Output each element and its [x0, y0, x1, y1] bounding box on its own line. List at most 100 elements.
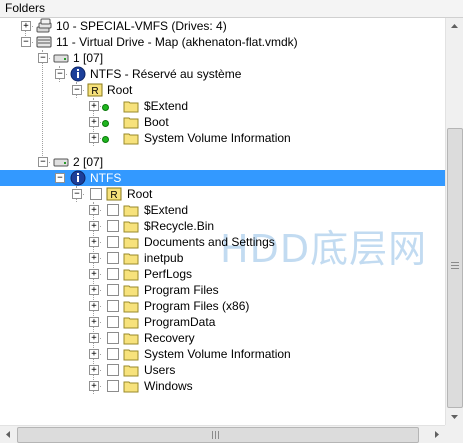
tree-node-virtual-drive[interactable]: − 11 - Virtual Drive - Map (akhenaton-fl…	[0, 34, 445, 50]
expand-icon[interactable]: +	[89, 133, 99, 143]
node-checkbox[interactable]	[107, 252, 119, 264]
ntfs-volume-icon	[70, 66, 86, 82]
root-folder-icon: R	[106, 187, 122, 201]
tree-node-label: ProgramData	[144, 315, 216, 329]
folder-icon	[123, 317, 139, 329]
folder-icon	[123, 269, 139, 281]
tree-node-label: Documents and Settings	[144, 235, 275, 249]
collapse-icon[interactable]: −	[38, 157, 48, 167]
folders-title: Folders	[5, 1, 46, 15]
scroll-left-button[interactable]	[0, 426, 17, 443]
tree-node-root-1[interactable]: − R Root	[0, 82, 445, 98]
vertical-scrollbar[interactable]	[445, 18, 463, 425]
svg-text:R: R	[91, 86, 98, 97]
tree-node-partition-2[interactable]: − 2 [07]	[0, 154, 445, 170]
folder-icon	[123, 301, 139, 313]
folder-icon	[123, 205, 139, 217]
collapse-icon[interactable]: −	[72, 189, 82, 199]
expand-icon[interactable]: +	[89, 285, 99, 295]
tree-node-folder[interactable]: + System Volume Information	[0, 346, 445, 362]
node-checkbox[interactable]	[107, 380, 119, 392]
tree-node-special-vmfs[interactable]: + 10 - SPECIAL-VMFS (Drives: 4)	[0, 18, 445, 34]
node-checkbox[interactable]	[107, 220, 119, 232]
folder-icon	[123, 365, 139, 377]
tree-node-folder[interactable]: + Boot	[0, 114, 445, 130]
tree-node-label: Program Files	[144, 283, 219, 297]
tree-node-label: inetpub	[144, 251, 184, 265]
node-checkbox[interactable]	[90, 188, 102, 200]
tree-node-folder[interactable]: + System Volume Information	[0, 130, 445, 146]
expand-icon[interactable]: +	[89, 269, 99, 279]
collapse-icon[interactable]: −	[21, 37, 31, 47]
expand-icon[interactable]: +	[89, 253, 99, 263]
expand-icon[interactable]: +	[89, 317, 99, 327]
tree-node-folder[interactable]: + inetpub	[0, 250, 445, 266]
tree-node-label: PerfLogs	[144, 267, 193, 281]
tree-node-folder[interactable]: + Program Files	[0, 282, 445, 298]
node-checkbox[interactable]	[107, 348, 119, 360]
tree-node-folder[interactable]: + $Extend	[0, 98, 445, 114]
folder-icon	[123, 381, 139, 393]
expand-icon[interactable]: +	[89, 221, 99, 231]
expand-icon[interactable]: +	[89, 301, 99, 311]
tree-node-folder[interactable]: + Recovery	[0, 330, 445, 346]
scroll-down-button[interactable]	[446, 408, 463, 425]
tree-node-ntfs[interactable]: − NTFS	[0, 170, 445, 186]
tree-node-label: Root	[127, 187, 153, 201]
collapse-icon[interactable]: −	[72, 85, 82, 95]
horizontal-scroll-thumb[interactable]	[17, 427, 419, 443]
tree-node-folder[interactable]: + Windows	[0, 378, 445, 394]
arrow-up-icon	[451, 24, 458, 28]
folders-panel: Folders HDD底层网 + 10 - SPECIAL-VMFS (Driv…	[0, 0, 463, 443]
tree-node-folder[interactable]: + $Extend	[0, 202, 445, 218]
expand-icon[interactable]: +	[89, 237, 99, 247]
node-checkbox[interactable]	[107, 316, 119, 328]
ntfs-volume-icon	[70, 170, 86, 186]
collapse-icon[interactable]: −	[38, 53, 48, 63]
folder-icon	[123, 285, 139, 297]
collapse-icon[interactable]: −	[55, 173, 65, 183]
node-checkbox[interactable]	[107, 268, 119, 280]
scroll-right-button[interactable]	[428, 426, 445, 443]
node-checkbox[interactable]	[107, 364, 119, 376]
tree-node-label: 2 [07]	[73, 155, 104, 169]
scroll-up-button[interactable]	[446, 18, 463, 35]
tree-node-root-2[interactable]: − R Root	[0, 186, 445, 202]
node-checkbox[interactable]	[107, 284, 119, 296]
tree-node-partition-1[interactable]: − 1 [07]	[0, 50, 445, 66]
expand-icon[interactable]: +	[89, 349, 99, 359]
collapse-icon[interactable]: −	[55, 69, 65, 79]
folder-icon	[123, 237, 139, 249]
node-checkbox[interactable]	[107, 300, 119, 312]
tree-node-folder[interactable]: + PerfLogs	[0, 266, 445, 282]
node-checkbox[interactable]	[107, 332, 119, 344]
tree-node-folder[interactable]: + Program Files (x86)	[0, 298, 445, 314]
expand-icon[interactable]: +	[89, 365, 99, 375]
expand-icon[interactable]: +	[21, 21, 31, 31]
expand-icon[interactable]: +	[89, 333, 99, 343]
horizontal-scrollbar[interactable]	[0, 425, 445, 443]
node-checkbox[interactable]	[107, 236, 119, 248]
tree-node-folder[interactable]: + $Recycle.Bin	[0, 218, 445, 234]
expand-icon[interactable]: +	[89, 101, 99, 111]
folder-icon	[123, 349, 139, 361]
vertical-scroll-thumb[interactable]	[447, 128, 463, 408]
tree-node-folder[interactable]: + Documents and Settings	[0, 234, 445, 250]
expand-icon[interactable]: +	[89, 381, 99, 391]
arrow-down-icon	[451, 415, 458, 419]
tree-node-ntfs-system-reserved[interactable]: − NTFS - Réservé au système	[0, 66, 445, 82]
arrow-left-icon	[6, 431, 10, 438]
folder-icon	[123, 101, 139, 113]
folder-tree[interactable]: HDD底层网 + 10 - SPECIAL-VMFS (Drives: 4) −…	[0, 18, 445, 425]
expand-icon[interactable]: +	[89, 205, 99, 215]
tree-node-label: 11 - Virtual Drive - Map (akhenaton-flat…	[56, 35, 298, 49]
tree-node-label: $Extend	[144, 203, 189, 217]
node-checkbox[interactable]	[107, 204, 119, 216]
tree-node-folder[interactable]: + ProgramData	[0, 314, 445, 330]
tree-node-folder[interactable]: + Users	[0, 362, 445, 378]
virtual-drive-icon	[36, 36, 52, 48]
tree-node-label: Program Files (x86)	[144, 299, 250, 313]
scrollbar-corner	[445, 425, 463, 443]
status-dot	[102, 104, 109, 111]
expand-icon[interactable]: +	[89, 117, 99, 127]
